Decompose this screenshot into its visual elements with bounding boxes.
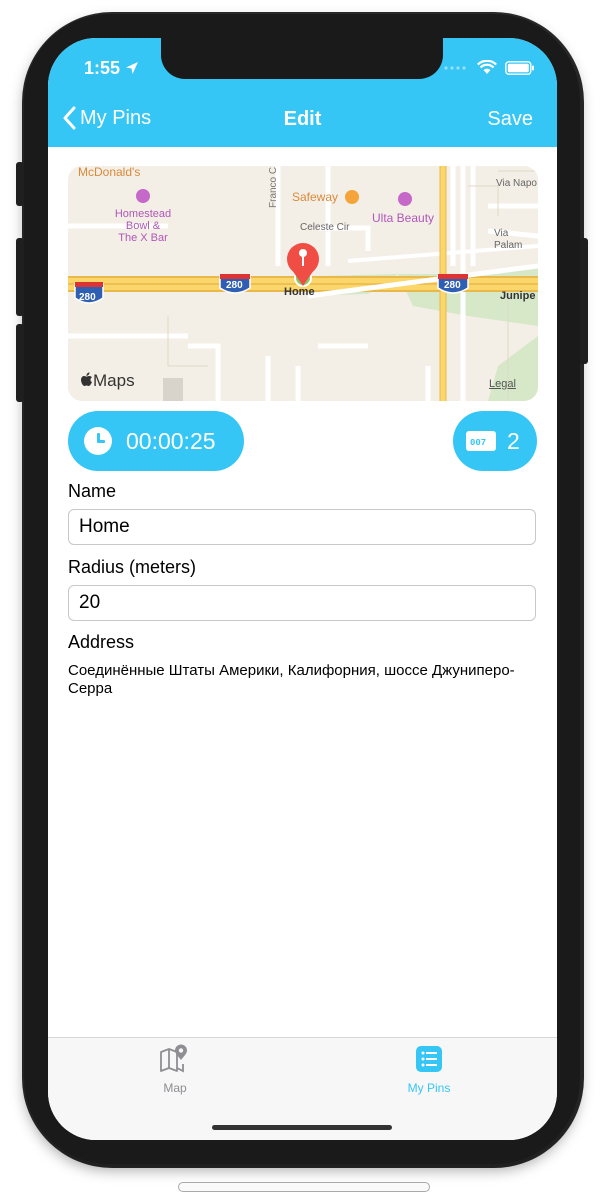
apple-maps-logo: Maps bbox=[80, 372, 135, 390]
map-label-shield-2: 280 bbox=[226, 280, 243, 291]
wifi-icon bbox=[477, 60, 497, 74]
map-label-shield-3: 280 bbox=[444, 280, 461, 291]
map-label-mcdonalds: McDonald's bbox=[78, 166, 141, 179]
radius-field[interactable]: 20 bbox=[68, 585, 536, 621]
battery-icon bbox=[505, 60, 534, 75]
map-label-homestead: Homestead Bowl & The X Bar bbox=[110, 208, 176, 244]
tab-map-label: Map bbox=[163, 1081, 187, 1095]
device-stand bbox=[178, 1182, 430, 1192]
address-label: Address bbox=[68, 632, 135, 652]
map-label-home: Home bbox=[284, 286, 315, 298]
list-icon bbox=[416, 1046, 442, 1072]
screen: 1:55 My Pins Edit Save McDonald's Homest… bbox=[48, 38, 557, 1140]
map-label-junipe: Junipe bbox=[500, 290, 536, 302]
tab-my-pins-label: My Pins bbox=[407, 1081, 451, 1095]
power-button bbox=[580, 238, 588, 364]
map-label-homestead-line3: The X Bar bbox=[118, 232, 168, 244]
name-field[interactable]: Home bbox=[68, 509, 536, 545]
counter-icon: 007 bbox=[466, 431, 496, 451]
home-indicator[interactable] bbox=[212, 1125, 392, 1130]
timer-value: 00:00:25 bbox=[126, 427, 216, 454]
cellular-signal-icon bbox=[444, 65, 466, 70]
legal-link[interactable]: Legal bbox=[489, 378, 516, 390]
map-view[interactable]: McDonald's Homestead Bowl & The X Bar Fr… bbox=[68, 166, 538, 401]
radius-field-value: 20 bbox=[79, 592, 101, 613]
map-label-homestead-line2: Bowl & bbox=[125, 220, 161, 232]
tab-my-pins[interactable]: My Pins bbox=[302, 1044, 556, 1095]
status-time-text: 1:55 bbox=[84, 58, 121, 78]
map-label-safeway: Safeway bbox=[292, 190, 339, 204]
map-label-celeste: Celeste Cir bbox=[300, 222, 350, 233]
name-label: Name bbox=[68, 481, 117, 501]
map-label-homestead-line1: Homestead bbox=[114, 208, 172, 220]
map-label-ulta: Ulta Beauty bbox=[372, 211, 435, 225]
notch bbox=[161, 38, 443, 79]
clock-icon bbox=[84, 427, 112, 455]
page-title: Edit bbox=[283, 108, 322, 130]
tab-map[interactable]: Map bbox=[48, 1044, 302, 1095]
volume-up-button bbox=[16, 238, 24, 316]
mute-switch bbox=[16, 162, 24, 206]
map-label-shield-1: 280 bbox=[79, 292, 96, 303]
radius-label: Radius (meters) bbox=[68, 557, 197, 577]
apple-logo-icon bbox=[81, 372, 92, 386]
save-button[interactable]: Save bbox=[487, 108, 533, 131]
address-text: Соединённые Штаты Америки, Калифорния, ш… bbox=[68, 662, 515, 697]
maps-logo-text: Maps bbox=[93, 371, 135, 390]
status-indicators bbox=[443, 60, 535, 75]
counter-button[interactable]: 007 2 bbox=[453, 411, 537, 471]
svg-text:007: 007 bbox=[470, 438, 486, 448]
counter-value: 2 bbox=[507, 427, 520, 454]
name-field-value: Home bbox=[79, 516, 130, 537]
map-label-via-napo: Via Napo bbox=[496, 178, 537, 189]
location-arrow-icon bbox=[126, 62, 139, 74]
volume-down-button bbox=[16, 324, 24, 402]
map-label-franco: Franco C bbox=[268, 166, 279, 208]
timer-button[interactable]: 00:00:25 bbox=[68, 411, 244, 471]
map-label-via-palam: Via Palam bbox=[494, 228, 523, 251]
map-pin-icon bbox=[160, 1044, 187, 1073]
status-time: 1:55 bbox=[84, 58, 139, 79]
